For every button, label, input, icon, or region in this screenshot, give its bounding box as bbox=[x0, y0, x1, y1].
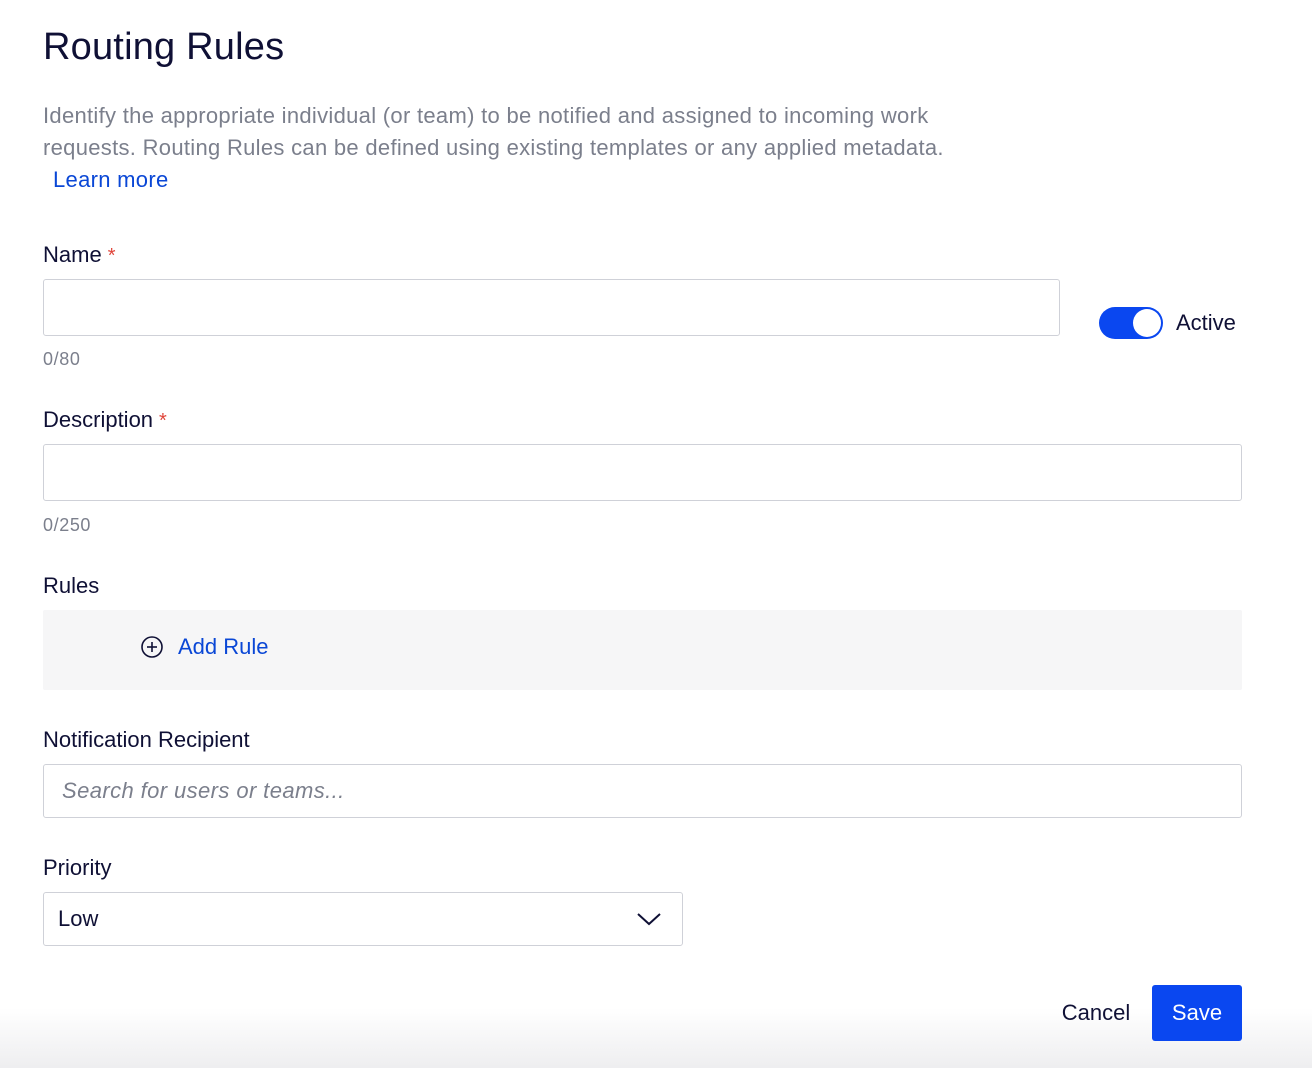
save-button[interactable]: Save bbox=[1152, 985, 1242, 1041]
recipient-label: Notification Recipient bbox=[43, 727, 250, 752]
required-marker: * bbox=[107, 245, 116, 267]
toggle-knob bbox=[1133, 309, 1161, 337]
chevron-down-icon bbox=[637, 913, 661, 926]
description-label: Description * bbox=[43, 407, 167, 433]
add-rule-label: Add Rule bbox=[178, 634, 269, 659]
add-rule-button[interactable]: Add Rule bbox=[140, 634, 269, 660]
required-marker: * bbox=[159, 410, 167, 432]
description-input[interactable] bbox=[43, 444, 1242, 501]
active-label: Active bbox=[1176, 310, 1236, 335]
name-label-text: Name bbox=[43, 242, 102, 267]
priority-selected-value: Low bbox=[58, 906, 99, 931]
name-label: Name * bbox=[43, 242, 115, 268]
cancel-button[interactable]: Cancel bbox=[1048, 985, 1144, 1041]
priority-label: Priority bbox=[43, 855, 112, 880]
priority-select[interactable]: Low bbox=[43, 892, 683, 946]
rules-label: Rules bbox=[43, 573, 100, 598]
description-char-counter: 0/250 bbox=[43, 515, 92, 535]
description-label-text: Description bbox=[43, 407, 154, 432]
name-input[interactable] bbox=[43, 279, 1060, 336]
routing-rules-page: Routing Rules Identify the appropriate i… bbox=[0, 0, 1312, 1068]
active-toggle[interactable] bbox=[1099, 307, 1163, 339]
page-title: Routing Rules bbox=[43, 26, 285, 68]
page-description: Identify the appropriate individual (or … bbox=[43, 100, 983, 196]
learn-more-link[interactable]: Learn more bbox=[53, 167, 169, 192]
recipient-search-input[interactable] bbox=[43, 764, 1242, 818]
rules-panel: Add Rule bbox=[43, 610, 1242, 690]
intro-text: Identify the appropriate individual (or … bbox=[43, 103, 944, 160]
plus-circle-icon bbox=[141, 636, 163, 658]
active-toggle-group: Active bbox=[1099, 307, 1236, 339]
name-char-counter: 0/80 bbox=[43, 349, 81, 369]
